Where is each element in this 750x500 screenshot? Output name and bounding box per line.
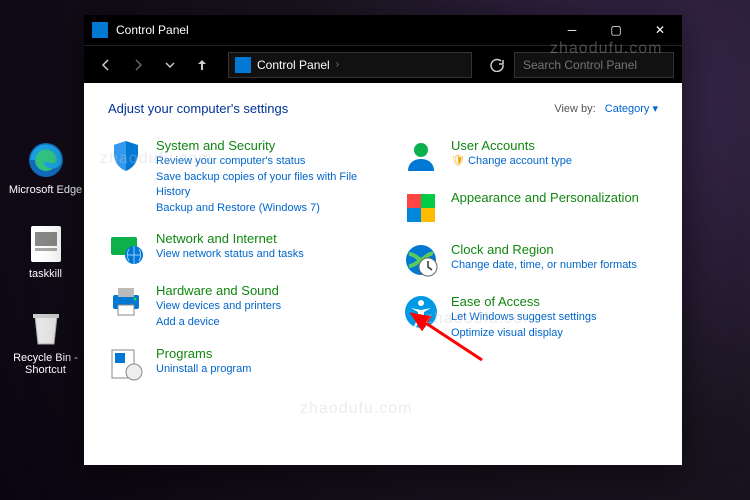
category-title[interactable]: Appearance and Personalization <box>451 190 639 205</box>
refresh-button[interactable] <box>484 52 510 78</box>
edge-icon <box>26 140 66 180</box>
category-title[interactable]: User Accounts <box>451 138 572 153</box>
recycle-bin-icon <box>26 308 66 348</box>
accessibility-icon <box>403 294 439 330</box>
content-area: Adjust your computer's settings View by:… <box>84 83 682 465</box>
category-title[interactable]: Ease of Access <box>451 294 597 309</box>
category-hardware-sound: Hardware and Sound View devices and prin… <box>108 283 363 330</box>
category-link[interactable]: Review your computer's status <box>156 154 363 169</box>
category-title[interactable]: System and Security <box>156 138 363 153</box>
category-clock-region: Clock and Region Change date, time, or n… <box>403 242 658 278</box>
category-link[interactable]: Let Windows suggest settings <box>451 310 597 325</box>
batch-file-icon <box>26 224 66 264</box>
category-link[interactable]: Optimize visual display <box>451 326 597 341</box>
category-user-accounts: User Accounts 🛡 Change account type <box>403 138 658 174</box>
page-title: Adjust your computer's settings <box>108 101 288 116</box>
back-button[interactable] <box>92 51 120 79</box>
category-link[interactable]: Uninstall a program <box>156 362 251 377</box>
category-link[interactable]: Save backup copies of your files with Fi… <box>156 170 363 200</box>
category-link[interactable]: Backup and Restore (Windows 7) <box>156 201 363 216</box>
search-input[interactable] <box>514 52 674 78</box>
desktop-icon-edge[interactable]: Microsoft Edge <box>8 140 83 196</box>
category-link[interactable]: View network status and tasks <box>156 247 304 262</box>
viewby-label: View by: <box>554 103 595 115</box>
category-link[interactable]: Change date, time, or number formats <box>451 258 637 273</box>
viewby-dropdown[interactable]: Category ▾ <box>605 103 658 115</box>
desktop-icon-label: taskkill <box>29 268 62 280</box>
user-icon <box>403 138 439 174</box>
content-header: Adjust your computer's settings View by:… <box>108 101 658 116</box>
right-column: User Accounts 🛡 Change account type Appe… <box>403 138 658 382</box>
category-title[interactable]: Hardware and Sound <box>156 283 281 298</box>
desktop-icon-taskkill[interactable]: taskkill <box>8 224 83 280</box>
control-panel-icon <box>92 22 108 38</box>
category-title[interactable]: Network and Internet <box>156 231 304 246</box>
appearance-icon <box>403 190 439 226</box>
category-link[interactable]: 🛡 Change account type <box>451 154 572 169</box>
desktop-icon-label: Recycle Bin - Shortcut <box>8 352 83 376</box>
chevron-right-icon[interactable]: › <box>336 59 339 70</box>
category-title[interactable]: Clock and Region <box>451 242 637 257</box>
category-appearance: Appearance and Personalization <box>403 190 658 226</box>
category-ease-of-access: Ease of Access Let Windows suggest setti… <box>403 294 658 341</box>
window-buttons: ─ ▢ ✕ <box>550 15 682 45</box>
titlebar[interactable]: Control Panel ─ ▢ ✕ <box>84 15 682 45</box>
globe-monitor-icon <box>108 231 144 267</box>
toolbar: Control Panel › <box>84 45 682 83</box>
desktop-icon-recycle-bin[interactable]: Recycle Bin - Shortcut <box>8 308 83 376</box>
desktop: Microsoft Edge taskkill Recycle Bin - Sh… <box>0 0 750 500</box>
printer-icon <box>108 283 144 319</box>
categories: System and Security Review your computer… <box>108 138 658 382</box>
shield-icon <box>108 138 144 174</box>
recent-button[interactable] <box>156 51 184 79</box>
category-system-security: System and Security Review your computer… <box>108 138 363 215</box>
maximize-button[interactable]: ▢ <box>594 15 638 45</box>
category-link[interactable]: Add a device <box>156 315 281 330</box>
address-bar[interactable]: Control Panel › <box>228 52 472 78</box>
clock-globe-icon <box>403 242 439 278</box>
desktop-icon-label: Microsoft Edge <box>9 184 82 196</box>
desktop-icons: Microsoft Edge taskkill Recycle Bin - Sh… <box>8 140 83 376</box>
control-panel-window: Control Panel ─ ▢ ✕ Control Panel › Adju… <box>84 15 682 465</box>
programs-icon <box>108 346 144 382</box>
forward-button[interactable] <box>124 51 152 79</box>
up-button[interactable] <box>188 51 216 79</box>
close-button[interactable]: ✕ <box>638 15 682 45</box>
category-link[interactable]: View devices and printers <box>156 299 281 314</box>
address-icon <box>235 57 251 73</box>
minimize-button[interactable]: ─ <box>550 15 594 45</box>
category-network-internet: Network and Internet View network status… <box>108 231 363 267</box>
left-column: System and Security Review your computer… <box>108 138 363 382</box>
category-title[interactable]: Programs <box>156 346 251 361</box>
breadcrumb[interactable]: Control Panel <box>257 58 330 72</box>
window-title: Control Panel <box>116 23 550 37</box>
viewby: View by: Category ▾ <box>554 102 658 115</box>
category-programs: Programs Uninstall a program <box>108 346 363 382</box>
